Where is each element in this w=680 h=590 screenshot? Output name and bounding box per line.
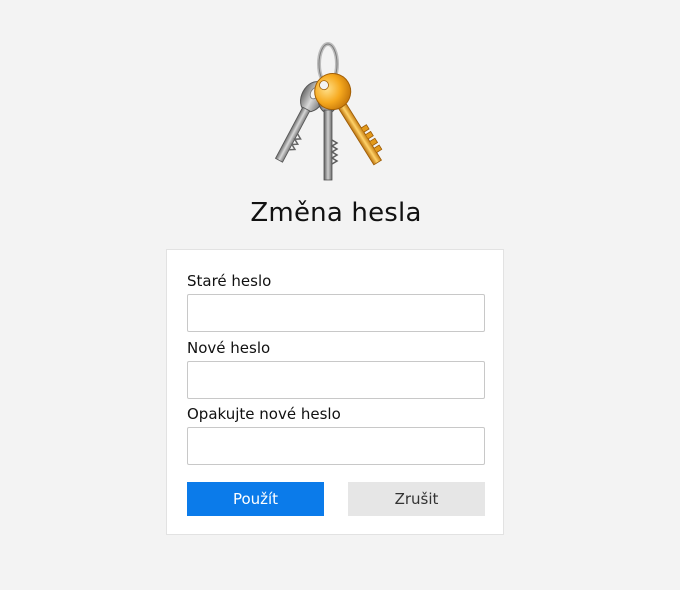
new-password-field[interactable] [187, 361, 485, 399]
old-password-field[interactable] [187, 294, 485, 332]
change-password-page: Změna hesla Staré heslo Nové heslo Opaku… [0, 0, 680, 590]
change-password-form: Staré heslo Nové heslo Opakujte nové hes… [166, 249, 504, 535]
repeat-password-field[interactable] [187, 427, 485, 465]
new-password-label: Nové heslo [187, 339, 271, 357]
page-title: Změna hesla [250, 198, 422, 228]
keys-icon [274, 42, 383, 181]
apply-button[interactable]: Použít [187, 482, 324, 516]
old-password-label: Staré heslo [187, 272, 272, 290]
cancel-button[interactable]: Zrušit [348, 482, 485, 516]
repeat-password-label: Opakujte nové heslo [187, 405, 341, 423]
